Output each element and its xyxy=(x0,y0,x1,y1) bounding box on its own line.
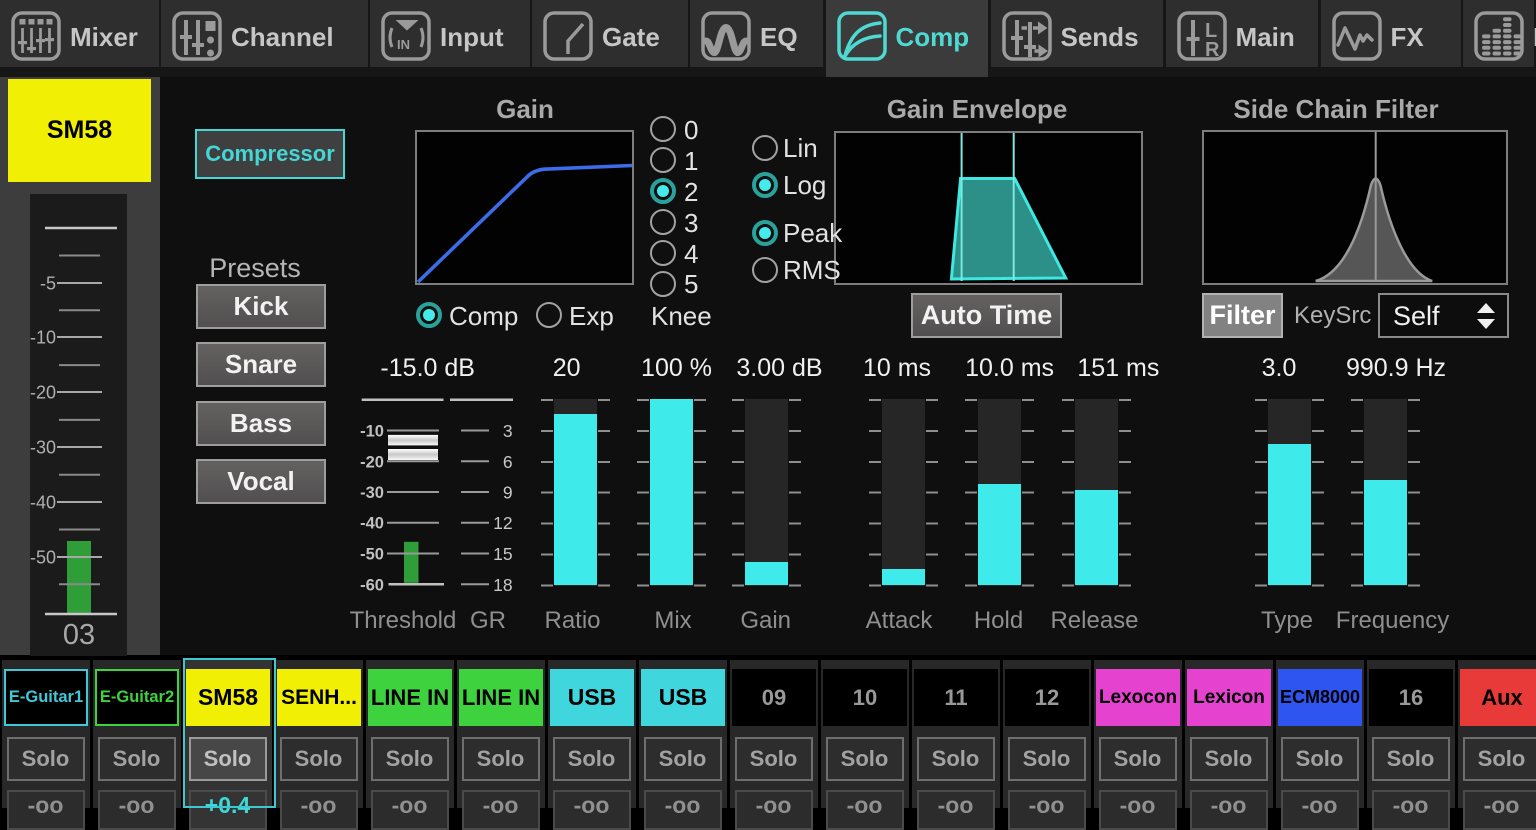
svg-text:-10: -10 xyxy=(30,328,56,348)
svg-text:-5: -5 xyxy=(40,274,56,294)
svg-text:3: 3 xyxy=(503,421,513,441)
svg-text:15: 15 xyxy=(493,544,512,564)
svg-text:-30: -30 xyxy=(30,438,56,458)
svg-text:12: 12 xyxy=(493,513,512,533)
svg-text:-40: -40 xyxy=(360,515,384,533)
svg-text:-10: -10 xyxy=(360,423,384,441)
svg-text:9: 9 xyxy=(503,483,513,503)
svg-text:-20: -20 xyxy=(360,453,384,471)
svg-text:18: 18 xyxy=(493,575,512,595)
svg-text:-40: -40 xyxy=(30,493,56,513)
svg-text:-50: -50 xyxy=(360,546,384,564)
svg-text:03: 03 xyxy=(63,619,95,651)
svg-text:-50: -50 xyxy=(30,548,56,568)
svg-text:-20: -20 xyxy=(30,383,56,403)
svg-text:6: 6 xyxy=(503,452,513,472)
svg-text:-30: -30 xyxy=(360,484,384,502)
svg-text:IN: IN xyxy=(397,37,410,52)
svg-text:R: R xyxy=(1205,39,1220,61)
svg-text:-60: -60 xyxy=(360,576,384,594)
